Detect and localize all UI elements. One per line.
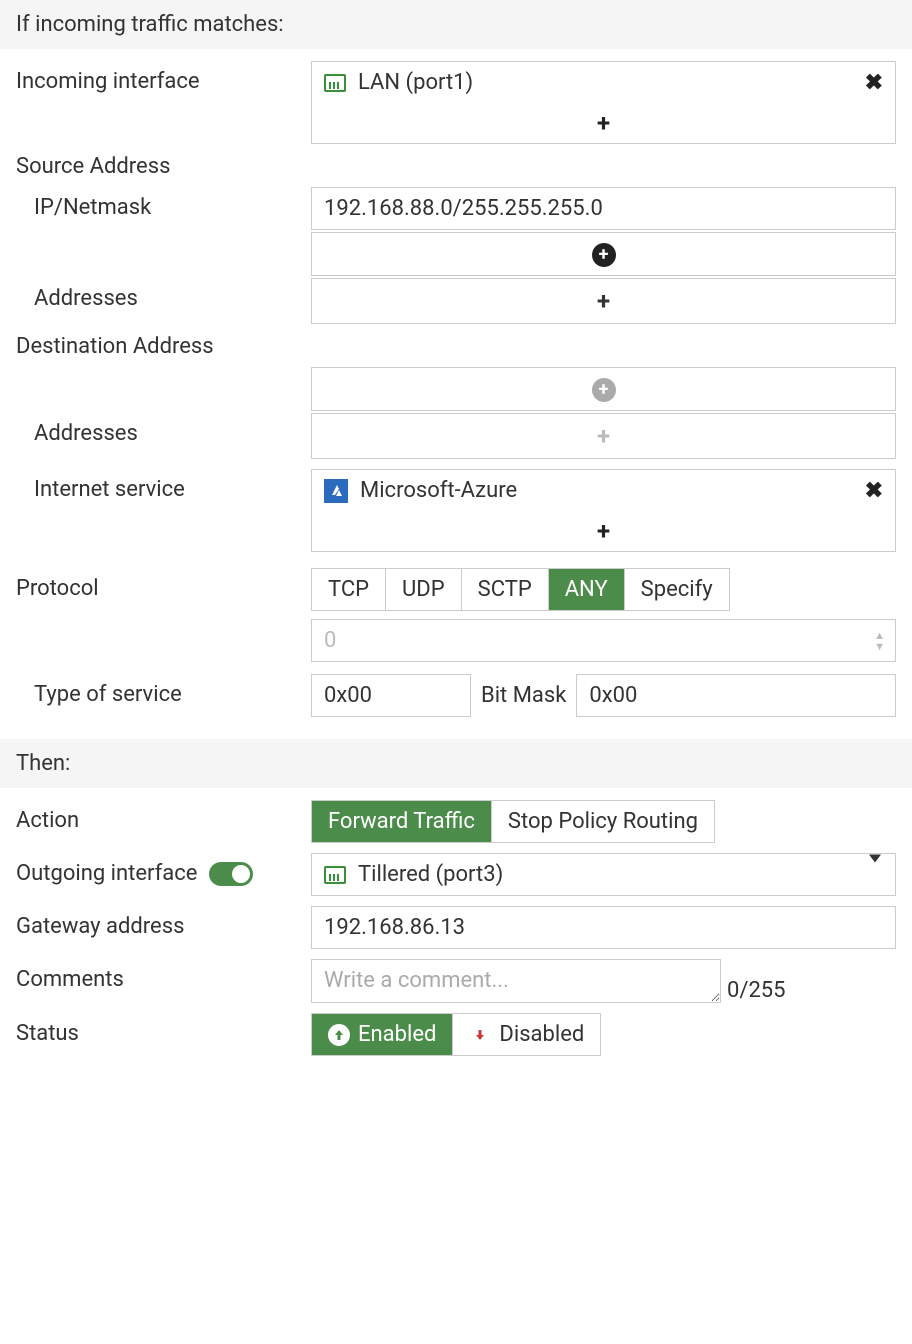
protocol-specify[interactable]: Specify: [625, 569, 729, 610]
protocol-number-input: 0 ▲▼: [311, 619, 896, 662]
tos-value-input[interactable]: [311, 674, 471, 717]
remove-icon[interactable]: ✖: [865, 478, 883, 503]
arrow-up-circle-icon: [328, 1024, 350, 1046]
gateway-address-input[interactable]: [311, 906, 896, 949]
incoming-interface-item[interactable]: LAN (port1) ✖: [312, 62, 895, 103]
label-outgoing-interface: Outgoing interface: [16, 853, 311, 886]
label-action: Action: [16, 800, 311, 833]
plus-circle-icon: +: [592, 378, 616, 402]
number-spinner-icon[interactable]: ▲▼: [874, 630, 885, 652]
internet-service-box: Microsoft-Azure ✖ +: [311, 469, 896, 552]
label-bit-mask: Bit Mask: [481, 683, 566, 708]
label-gateway-address: Gateway address: [16, 906, 311, 939]
status-group: Enabled Disabled: [311, 1013, 601, 1056]
remove-icon[interactable]: ✖: [865, 70, 883, 95]
label-protocol: Protocol: [16, 568, 311, 601]
ethernet-port-icon: [324, 866, 346, 884]
label-destination-address: Destination Address: [16, 334, 896, 359]
ethernet-port-icon: [324, 74, 346, 92]
incoming-interface-label: LAN (port1): [358, 70, 473, 95]
label-status: Status: [16, 1013, 311, 1046]
incoming-interface-box: LAN (port1) ✖ +: [311, 61, 896, 144]
label-internet-service: Internet service: [16, 469, 311, 502]
ip-netmask-input[interactable]: [311, 187, 896, 230]
status-disabled[interactable]: Disabled: [453, 1014, 600, 1055]
plus-circle-icon: +: [592, 243, 616, 267]
protocol-number-placeholder: 0: [324, 628, 336, 653]
label-ip-netmask: IP/Netmask: [16, 187, 311, 220]
label-incoming-interface: Incoming interface: [16, 61, 311, 94]
action-forward-traffic[interactable]: Forward Traffic: [312, 801, 492, 842]
chevron-down-icon: [869, 862, 881, 887]
match-form: Incoming interface LAN (port1) ✖ + Sourc…: [0, 49, 912, 739]
comments-input[interactable]: [311, 959, 721, 1003]
tos-bitmask-input[interactable]: [576, 674, 896, 717]
then-form: Action Forward Traffic Stop Policy Routi…: [0, 788, 912, 1078]
label-dest-addresses: Addresses: [16, 413, 311, 446]
action-stop-policy-routing[interactable]: Stop Policy Routing: [492, 801, 714, 842]
section-header-then: Then:: [0, 739, 912, 788]
outgoing-interface-select[interactable]: Tillered (port3): [311, 853, 896, 896]
azure-icon: [324, 479, 348, 503]
section-header-match: If incoming traffic matches:: [0, 0, 912, 49]
arrow-down-circle-icon: [469, 1024, 491, 1046]
protocol-tcp[interactable]: TCP: [312, 569, 386, 610]
label-source-address: Source Address: [16, 154, 896, 179]
plus-icon: +: [597, 287, 610, 315]
outgoing-interface-toggle[interactable]: [209, 862, 253, 886]
add-dest-ip-netmask[interactable]: +: [311, 367, 896, 411]
label-source-addresses: Addresses: [16, 278, 311, 311]
add-incoming-interface[interactable]: +: [312, 103, 895, 143]
comments-counter: 0/255: [727, 978, 786, 1003]
protocol-any[interactable]: ANY: [549, 569, 625, 610]
status-enabled[interactable]: Enabled: [312, 1014, 453, 1055]
protocol-group: TCP UDP SCTP ANY Specify: [311, 568, 730, 611]
protocol-sctp[interactable]: SCTP: [462, 569, 549, 610]
add-dest-addresses[interactable]: +: [311, 413, 896, 459]
label-comments: Comments: [16, 959, 311, 992]
internet-service-item[interactable]: Microsoft-Azure ✖: [312, 470, 895, 511]
protocol-udp[interactable]: UDP: [386, 569, 462, 610]
label-type-of-service: Type of service: [16, 674, 311, 707]
add-source-addresses[interactable]: +: [311, 278, 896, 324]
internet-service-label: Microsoft-Azure: [360, 478, 517, 503]
action-group: Forward Traffic Stop Policy Routing: [311, 800, 715, 843]
plus-icon: +: [597, 422, 610, 450]
add-ip-netmask[interactable]: +: [311, 232, 896, 276]
add-internet-service[interactable]: +: [312, 511, 895, 551]
outgoing-interface-value: Tillered (port3): [358, 862, 503, 887]
